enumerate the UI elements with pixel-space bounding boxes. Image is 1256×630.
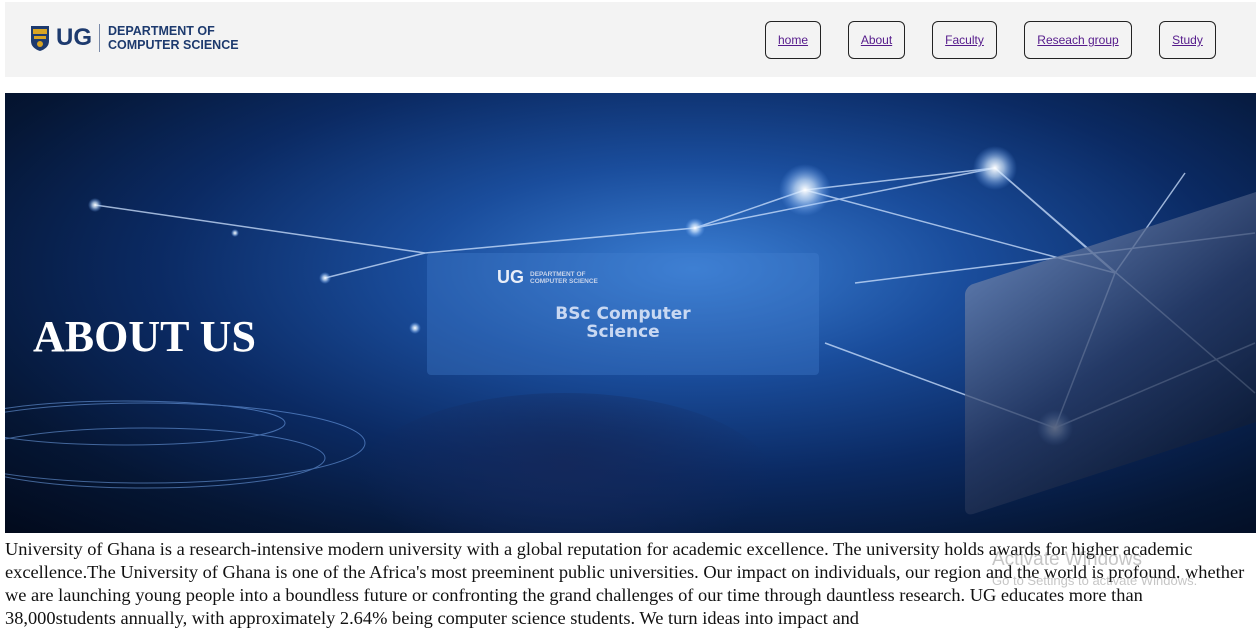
card-logo-line1: DEPARTMENT OF: [530, 270, 586, 278]
logo-subtitle: DEPARTMENT OF COMPUTER SCIENCE: [108, 24, 239, 52]
nav-research-group-link[interactable]: Reseach group: [1024, 21, 1132, 59]
card-program-title: BSc Computer Science: [427, 305, 819, 341]
card-logo-ug: UG: [497, 267, 524, 287]
hero-program-card: UG DEPARTMENT OF COMPUTER SCIENCE BSc Co…: [427, 253, 819, 375]
watermark-subtitle: Go to Settings to activate Windows.: [992, 573, 1198, 588]
site-header: UG DEPARTMENT OF COMPUTER SCIENCE home A…: [5, 2, 1256, 77]
page-title: ABOUT US: [33, 312, 256, 361]
logo-subtitle-line2: COMPUTER SCIENCE: [108, 38, 239, 52]
card-logo-line2: COMPUTER SCIENCE: [530, 277, 598, 285]
nav-faculty-link[interactable]: Faculty: [932, 21, 997, 59]
nav-study-link[interactable]: Study: [1159, 21, 1216, 59]
activate-windows-watermark: Activate Windows Go to Settings to activ…: [992, 549, 1197, 588]
card-logo: UG DEPARTMENT OF COMPUTER SCIENCE: [497, 267, 598, 288]
logo-divider: [99, 24, 100, 52]
logo-ug-text: UG: [56, 24, 92, 51]
hero-banner: UG DEPARTMENT OF COMPUTER SCIENCE BSc Co…: [5, 93, 1256, 533]
nav-home-link[interactable]: home: [765, 21, 821, 59]
logo-subtitle-line1: DEPARTMENT OF: [108, 24, 215, 38]
card-title-line1: BSc Computer: [555, 304, 691, 324]
watermark-title: Activate Windows: [992, 549, 1142, 570]
university-crest-icon: [30, 24, 50, 52]
card-logo-subtitle: DEPARTMENT OF COMPUTER SCIENCE: [530, 271, 598, 285]
card-title-line2: Science: [586, 322, 660, 342]
nav-about-link[interactable]: About: [848, 21, 905, 59]
department-logo[interactable]: UG DEPARTMENT OF COMPUTER SCIENCE: [30, 22, 239, 54]
